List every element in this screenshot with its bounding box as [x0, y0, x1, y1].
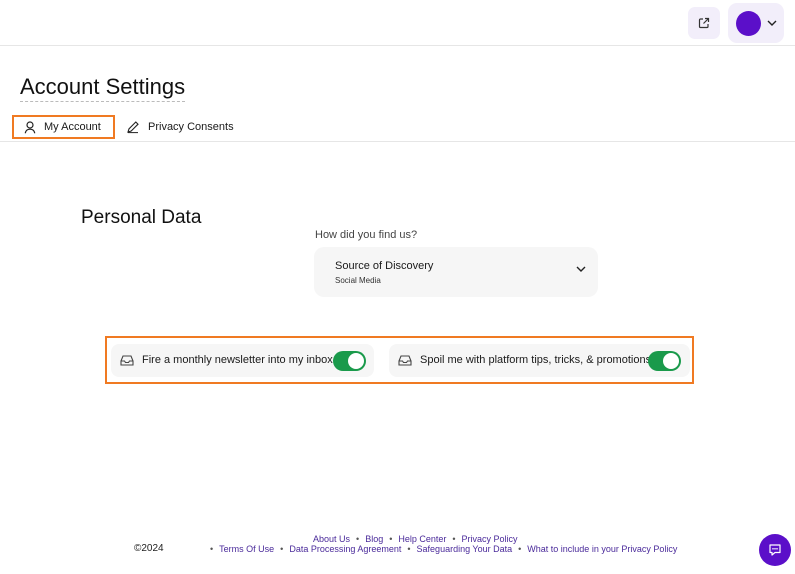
footer-links-secondary: • Terms Of Use • Data Processing Agreeme…: [210, 544, 677, 554]
chevron-down-icon: [767, 20, 777, 26]
separator: •: [356, 534, 360, 544]
avatar: [736, 10, 761, 36]
select-label: Source of Discovery: [335, 260, 434, 272]
chat-icon: [769, 544, 781, 556]
settings-tabs: My Account Privacy Consents: [0, 114, 795, 142]
separator: •: [518, 544, 522, 554]
footer-link-privacy-guide[interactable]: What to include in your Privacy Policy: [527, 544, 677, 554]
user-menu-button[interactable]: [728, 3, 784, 43]
promotions-toggle-card: Spoil me with platform tips, tricks, & p…: [389, 344, 690, 377]
footer-link-terms-of-use[interactable]: Terms Of Use: [219, 544, 274, 554]
top-bar: [0, 0, 795, 46]
separator: •: [210, 544, 214, 554]
newsletter-toggle-label: Fire a monthly newsletter into my inbox: [142, 354, 333, 366]
newsletter-toggle[interactable]: [333, 351, 366, 371]
footer-link-safeguarding[interactable]: Safeguarding Your Data: [417, 544, 513, 554]
source-of-discovery-select[interactable]: Source of Discovery Social Media: [314, 247, 598, 297]
select-value: Social Media: [335, 276, 381, 285]
section-title: Personal Data: [81, 207, 202, 228]
footer-link-privacy-policy[interactable]: Privacy Policy: [462, 534, 518, 544]
footer-link-about-us[interactable]: About Us: [313, 534, 350, 544]
tab-my-account[interactable]: My Account: [12, 115, 115, 139]
footer-link-help-center[interactable]: Help Center: [398, 534, 446, 544]
separator: •: [389, 534, 393, 544]
footer-links-primary: About Us • Blog • Help Center • Privacy …: [313, 534, 518, 544]
discovery-question-label: How did you find us?: [315, 229, 418, 241]
external-link-icon: [698, 17, 710, 29]
separator: •: [452, 534, 456, 544]
chat-button[interactable]: [759, 534, 791, 566]
footer-link-data-processing[interactable]: Data Processing Agreement: [289, 544, 401, 554]
promotions-toggle[interactable]: [648, 351, 681, 371]
page-title: Account Settings: [20, 74, 186, 102]
consent-toggles: Fire a monthly newsletter into my inbox …: [105, 336, 694, 384]
tab-label: Privacy Consents: [148, 121, 234, 133]
inbox-icon: [398, 355, 412, 366]
footer-link-blog[interactable]: Blog: [365, 534, 383, 544]
pencil-icon: [127, 121, 139, 134]
newsletter-toggle-card: Fire a monthly newsletter into my inbox: [111, 344, 374, 377]
inbox-icon: [120, 355, 134, 366]
separator: •: [407, 544, 411, 554]
tab-label: My Account: [44, 121, 101, 133]
user-icon: [24, 120, 36, 133]
promotions-toggle-label: Spoil me with platform tips, tricks, & p…: [420, 354, 652, 366]
copyright: ©2024: [134, 543, 164, 554]
separator: •: [280, 544, 284, 554]
external-link-button[interactable]: [688, 7, 720, 39]
tab-privacy-consents[interactable]: Privacy Consents: [124, 115, 234, 139]
chevron-down-icon: [576, 266, 586, 272]
